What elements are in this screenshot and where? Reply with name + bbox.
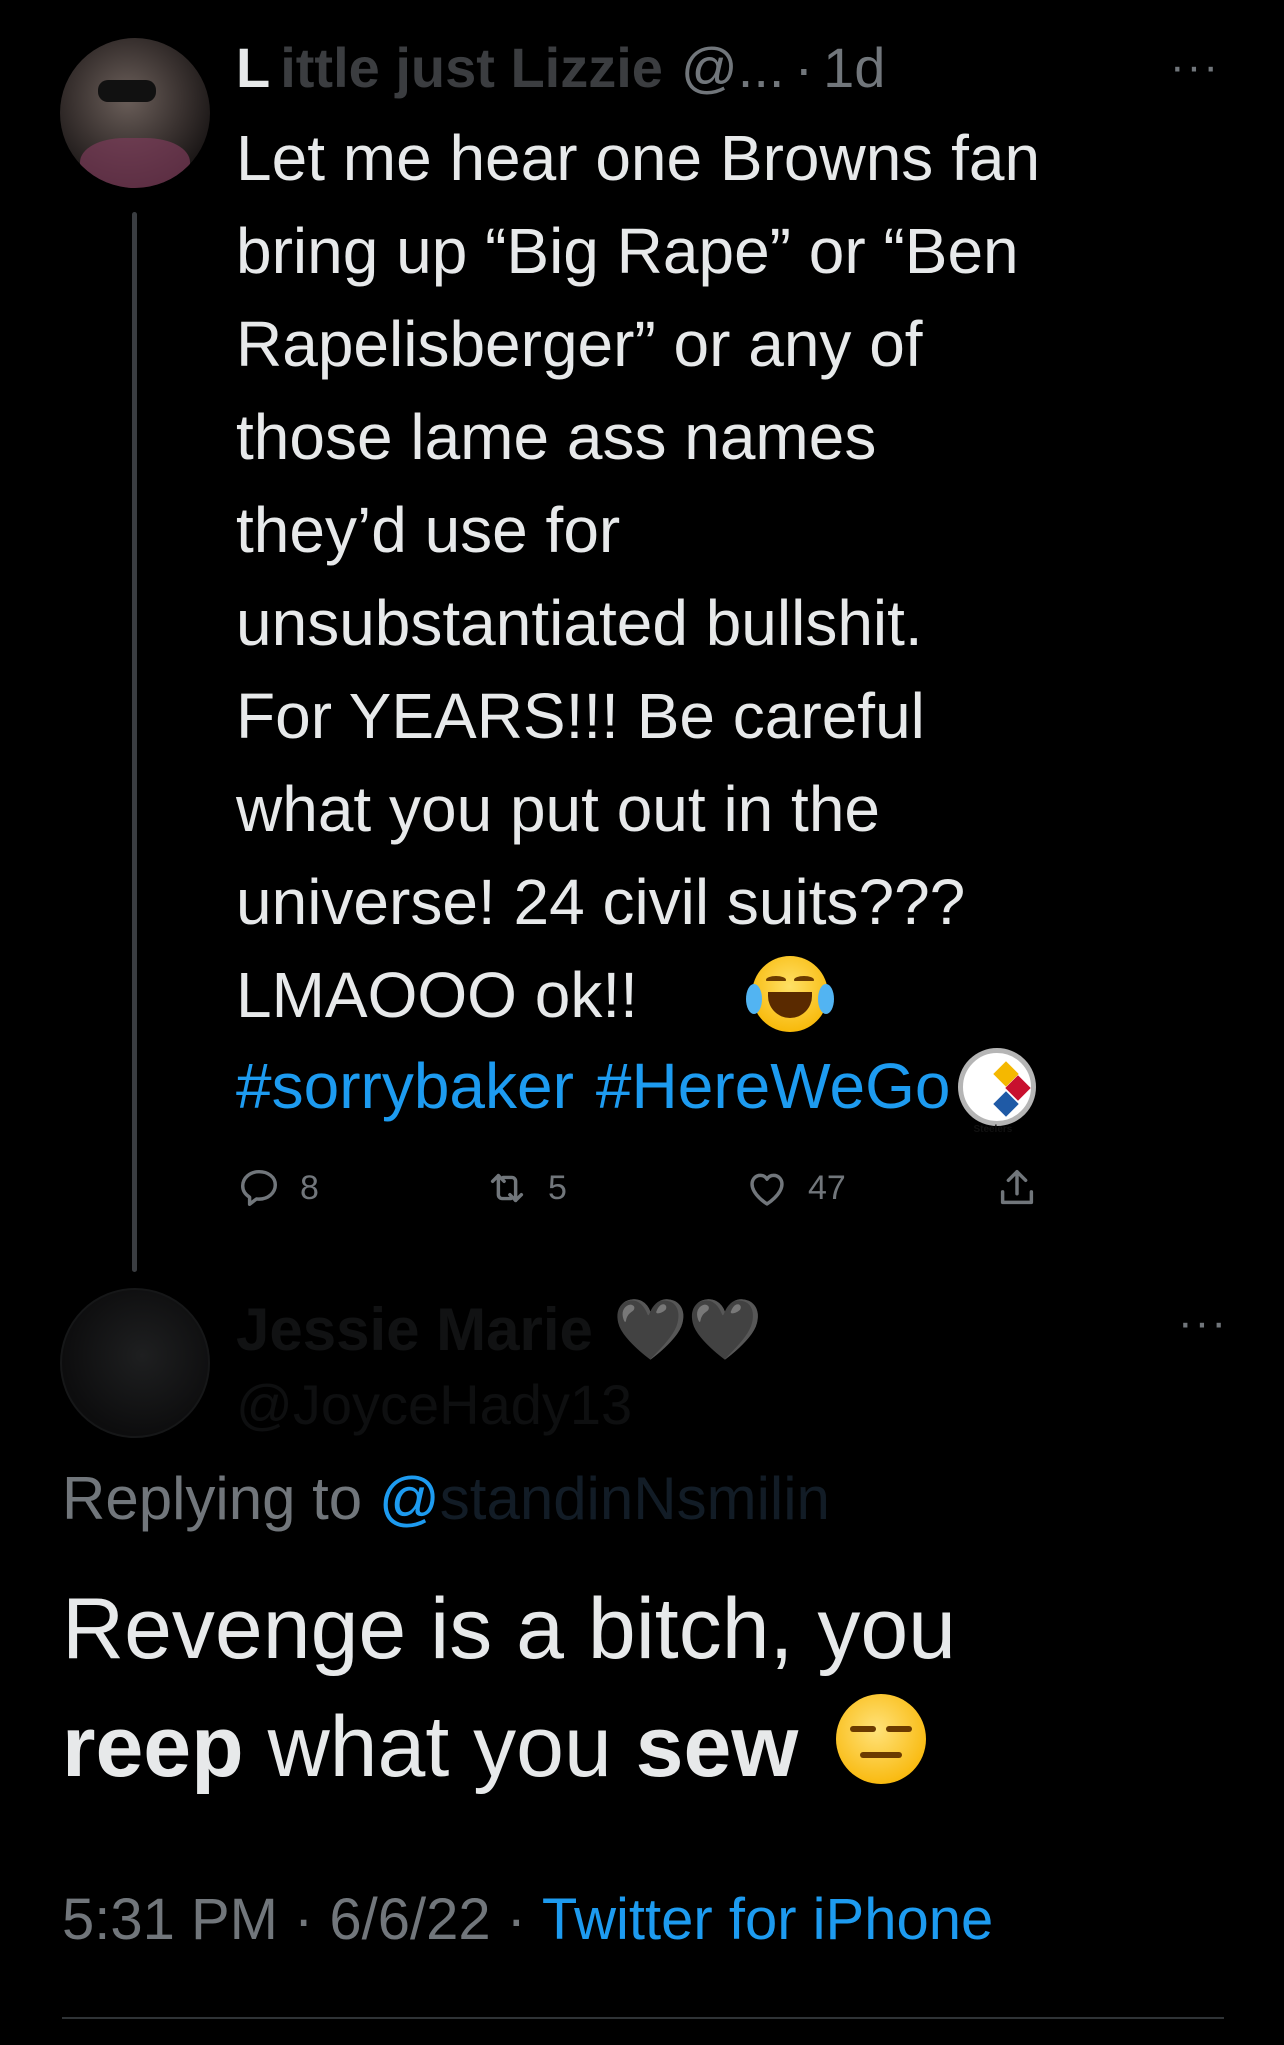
parent-author-avatar[interactable] — [60, 38, 210, 188]
thread-connector-line — [132, 212, 137, 1272]
hashtag-sorrybaker[interactable]: #sorrybaker — [236, 1040, 574, 1133]
share-button[interactable] — [994, 1165, 1040, 1211]
tweet-time[interactable]: 5:31 PM — [62, 1886, 278, 1953]
replying-to-label: Replying to — [62, 1465, 363, 1532]
parent-author-handle[interactable]: @... — [681, 35, 785, 100]
reply-author-avatar[interactable] — [60, 1288, 210, 1438]
separator-dot: · — [794, 35, 814, 99]
parent-tweet-actions: 8 5 47 — [236, 1160, 1066, 1216]
steelers-logo-icon: Steelers — [958, 1047, 1037, 1135]
hashtag-herewego[interactable]: #HereWeGo — [596, 1040, 951, 1133]
replying-to-line: Replying to @standinNsmilin — [62, 1464, 830, 1533]
parent-author-name-obscured[interactable]: ittle just Lizzie — [280, 35, 663, 100]
reply-author-name-obscured[interactable]: Jessie Marie — [236, 1295, 593, 1364]
reply-text-bold-reep: reep — [62, 1699, 244, 1795]
reply-button[interactable]: 8 — [236, 1165, 319, 1211]
tweet-date[interactable]: 6/6/22 — [329, 1886, 490, 1953]
reply-count: 8 — [300, 1168, 319, 1207]
reply-more-icon[interactable]: ··· — [1178, 1298, 1228, 1348]
reply-text-part2: what you — [243, 1699, 636, 1795]
reply-text-part1: Revenge is a bitch, you — [62, 1581, 956, 1677]
separator-dot: · — [506, 1887, 526, 1952]
retweet-count: 5 — [548, 1168, 567, 1207]
reply-text-bold-sew: sew — [635, 1699, 799, 1795]
heart-icon — [750, 1173, 784, 1206]
avatar-sunglasses — [98, 80, 156, 102]
parent-tweet-time[interactable]: 1d — [823, 35, 885, 100]
parent-tweet-header: L ittle just Lizzie @... · 1d ··· — [236, 28, 1236, 106]
avatar-shirt — [80, 138, 190, 188]
replying-to-handle-obscured[interactable]: standinNsmilin — [440, 1465, 830, 1532]
separator-dot: · — [294, 1887, 314, 1952]
tweet-source-link[interactable]: Twitter for iPhone — [542, 1886, 993, 1953]
retweet-icon — [490, 1173, 524, 1203]
reply-tweet-text: Revenge is a bitch, you reep what you se… — [62, 1570, 1242, 1806]
like-button[interactable]: 47 — [744, 1165, 846, 1211]
parent-more-icon[interactable]: ··· — [1170, 42, 1220, 92]
reply-tweet-header: Jessie Marie 🖤🖤 @JoyceHady13 — [236, 1290, 1246, 1437]
like-count: 47 — [808, 1168, 846, 1207]
parent-hashtags: #sorrybaker #HereWeGo Steelers — [236, 1040, 1037, 1135]
reply-icon — [240, 1169, 278, 1207]
retweet-button[interactable]: 5 — [484, 1165, 567, 1211]
expressionless-face-icon — [836, 1694, 927, 1784]
face-with-tears-of-joy-icon — [746, 956, 834, 1032]
black-heart-icon: 🖤🖤 — [612, 1295, 763, 1363]
share-icon — [1000, 1169, 1034, 1205]
reply-author-handle-obscured[interactable]: @JoyceHady13 — [236, 1372, 1246, 1437]
bottom-divider — [62, 2017, 1224, 2019]
parent-tweet-text: Let me hear one Browns fan bring up “Big… — [236, 122, 1041, 1031]
reply-tweet-meta: 5:31 PM · 6/6/22 · Twitter for iPhone — [62, 1886, 993, 1953]
parent-author-name[interactable]: L — [236, 35, 270, 100]
reply-author-name-row: Jessie Marie 🖤🖤 — [236, 1290, 1246, 1368]
replying-to-at[interactable]: @ — [379, 1465, 440, 1532]
